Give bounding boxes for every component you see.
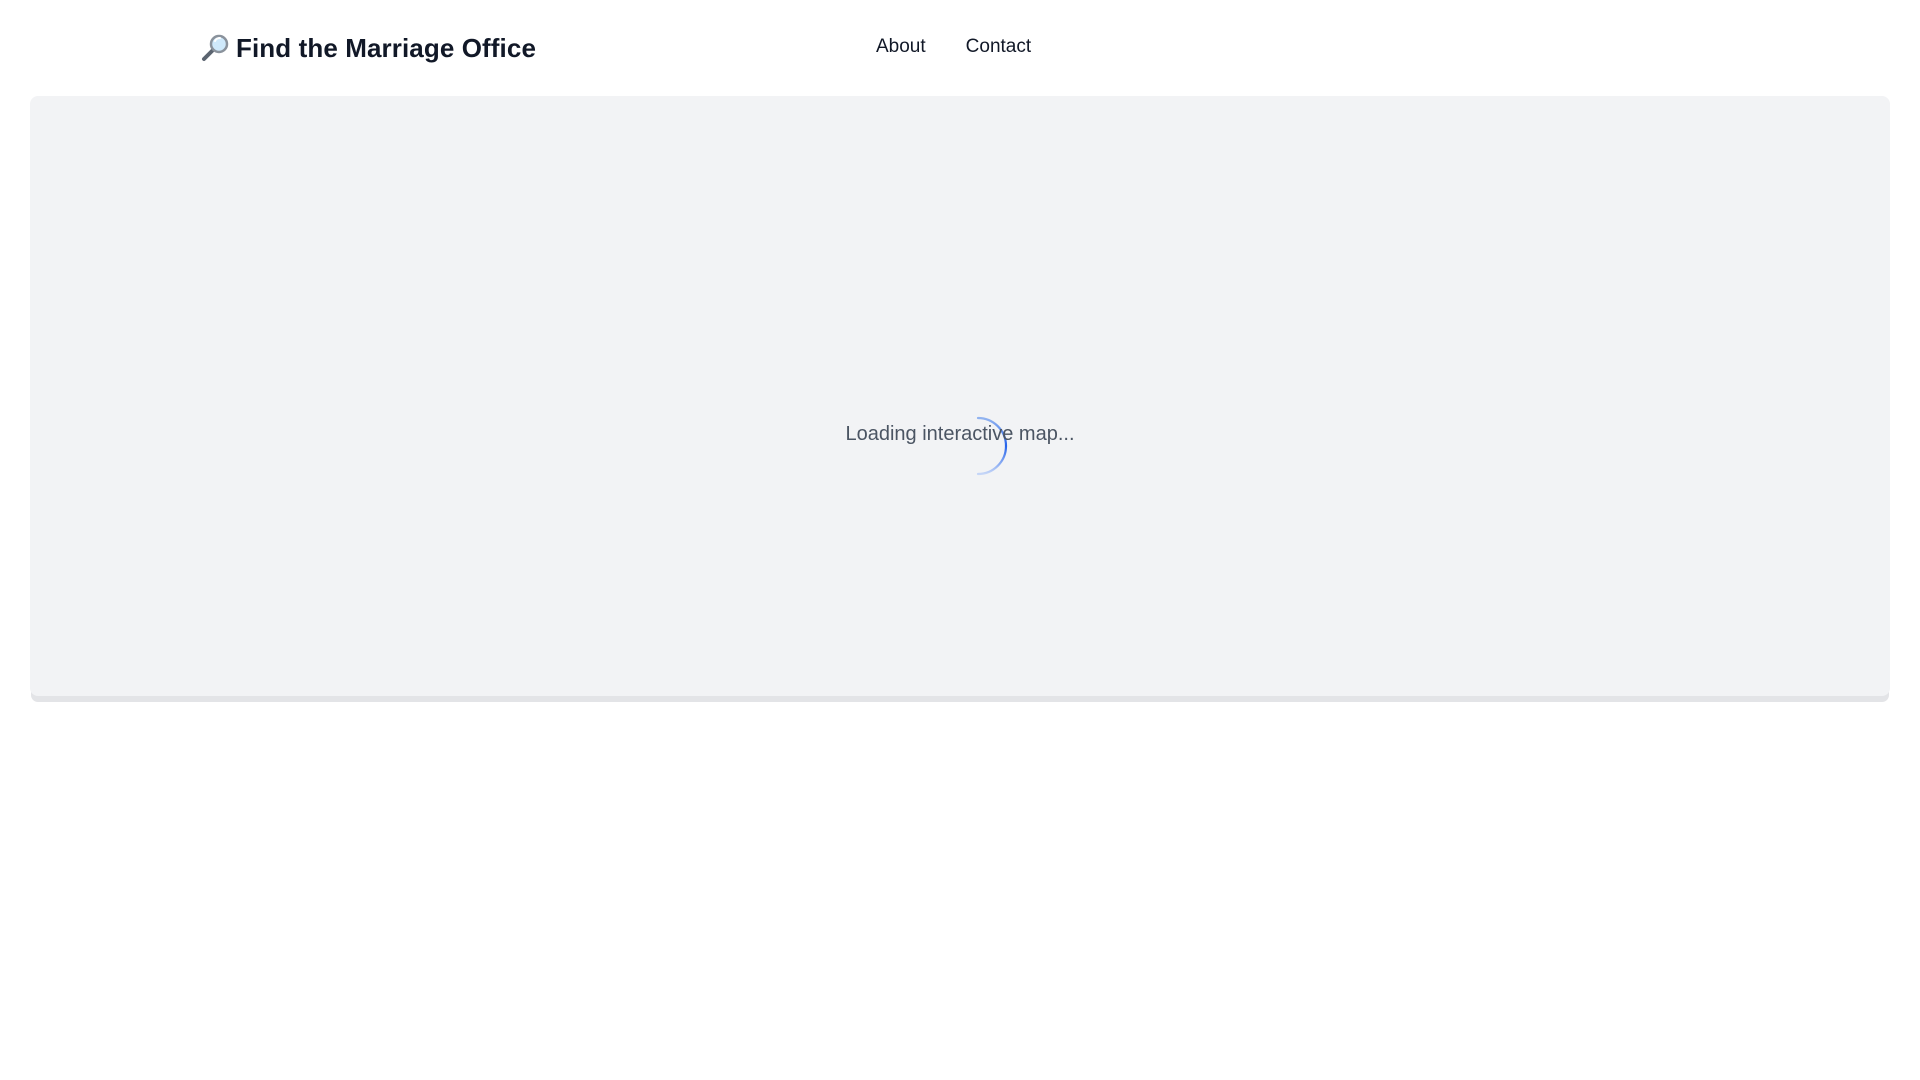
magnifier-icon [200, 33, 230, 63]
site-header: Find the Marriage Office About Contact [0, 0, 1920, 96]
brand-link[interactable]: Find the Marriage Office [200, 30, 536, 66]
nav-contact-link[interactable]: Contact [966, 34, 1031, 60]
nav-about-link[interactable]: About [876, 34, 926, 60]
main-nav: About Contact [876, 34, 1031, 60]
loading-message: Loading interactive map... [845, 423, 1075, 445]
map-container: Loading interactive map... [30, 96, 1890, 696]
site-title: Find the Marriage Office [236, 32, 537, 63]
